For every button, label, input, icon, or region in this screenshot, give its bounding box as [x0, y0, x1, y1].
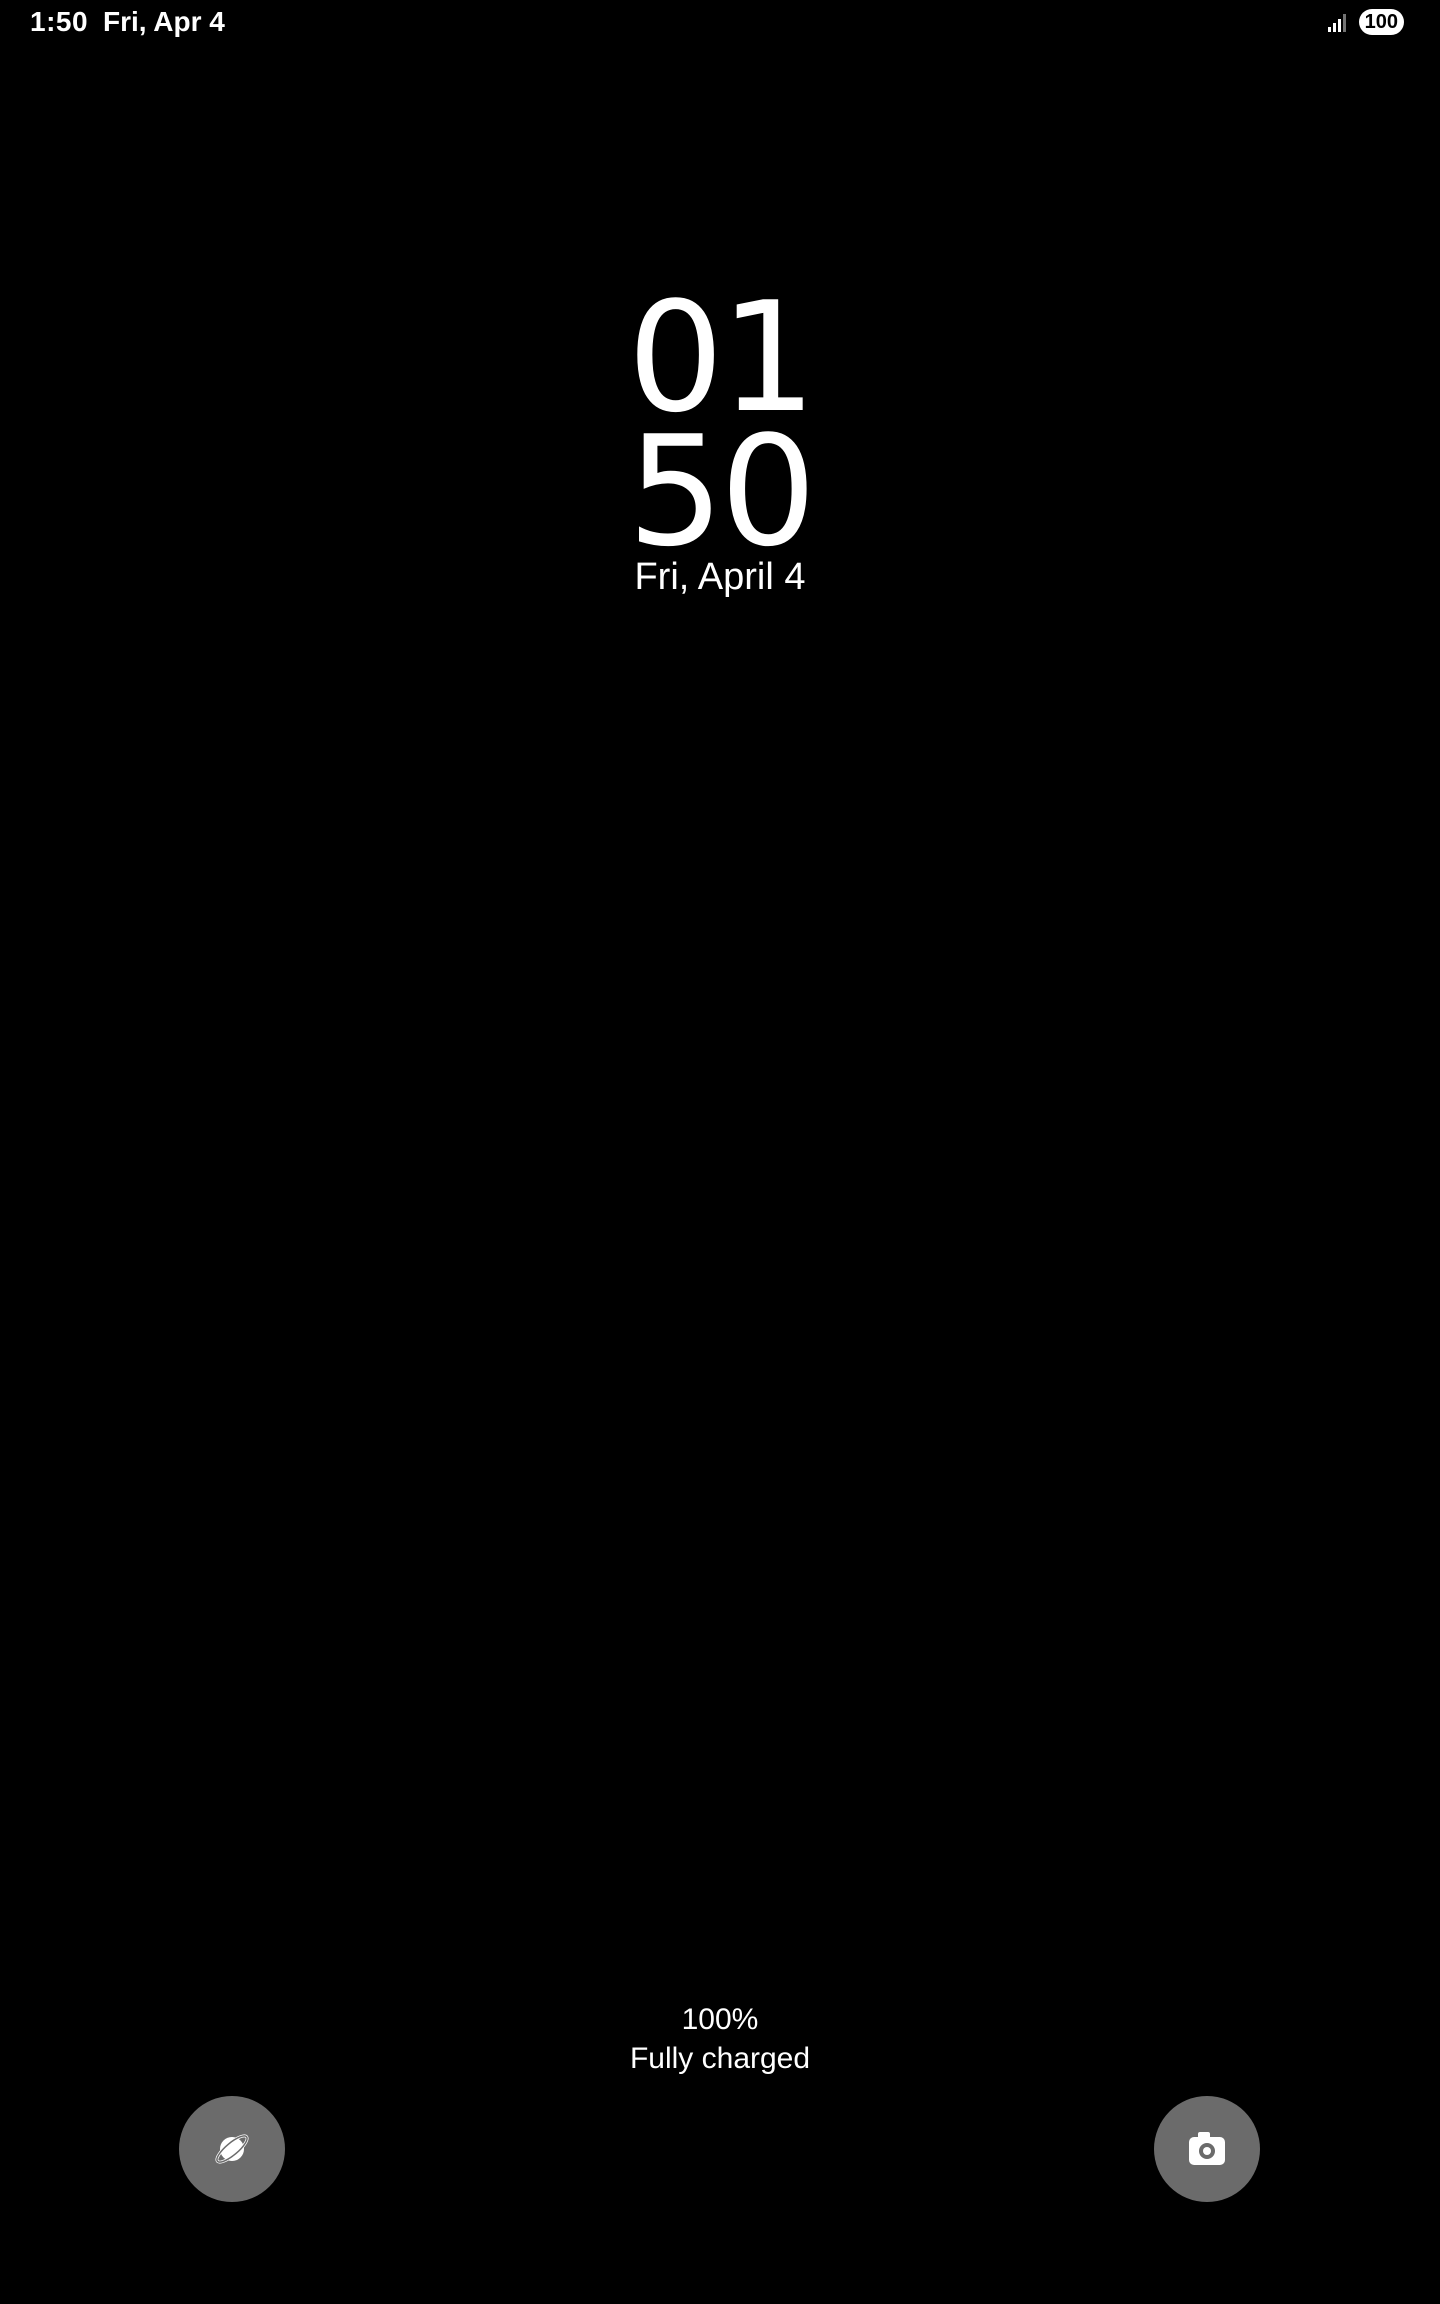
clock-minutes: 50 — [627, 403, 816, 580]
status-date: Fri, Apr 4 — [103, 6, 225, 37]
battery-percent: 100% — [681, 2003, 759, 2036]
battery-icon: 100 — [1358, 9, 1404, 35]
status-bar: 1:50 Fri, Apr 4 100 — [0, 0, 1440, 44]
signal-bars-icon — [1327, 11, 1349, 33]
planet-icon — [210, 2127, 254, 2171]
lock-screen-date: Fri, April 4 — [634, 556, 806, 598]
lock-screen: 1:50 Fri, Apr 4 100 01 50 Fri, April 4 1… — [0, 0, 1440, 2304]
status-time: 1:50 — [30, 6, 89, 37]
status-indicators: 100 — [1327, 8, 1404, 36]
camera-icon — [1185, 2129, 1229, 2169]
charging-status: Fully charged — [629, 2042, 811, 2075]
camera-shortcut-button[interactable] — [1154, 2096, 1260, 2202]
left-shortcut-button[interactable] — [179, 2096, 285, 2202]
